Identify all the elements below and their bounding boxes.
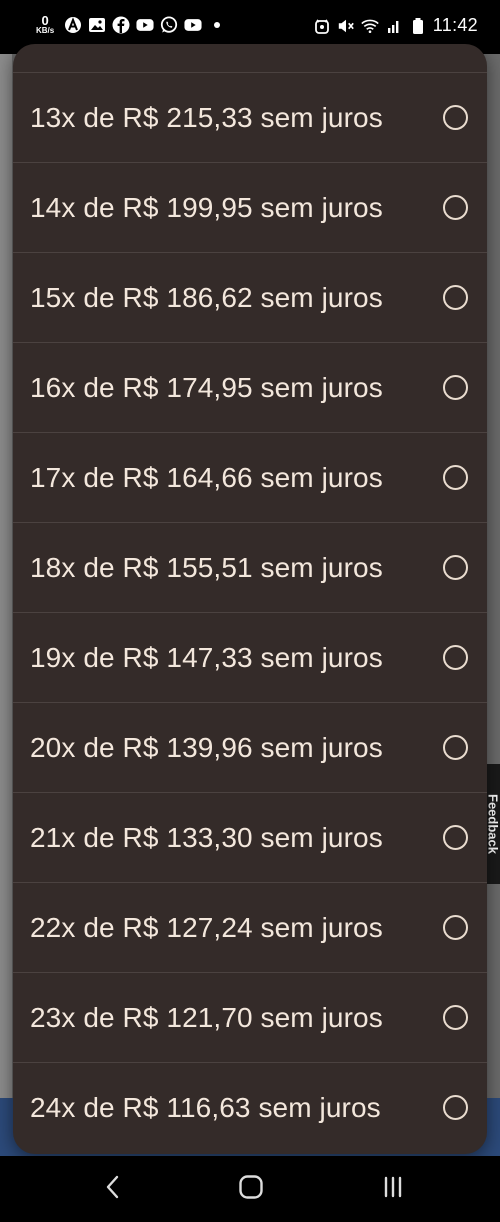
installment-option[interactable]: 16x de R$ 174,95 sem juros	[13, 342, 487, 432]
home-button[interactable]	[231, 1172, 271, 1206]
radio-button[interactable]	[443, 195, 468, 220]
notification-dot	[214, 21, 221, 28]
data-speed-unit: KB/s	[36, 26, 55, 35]
installment-option-label: 13x de R$ 215,33 sem juros	[30, 101, 383, 133]
installment-option[interactable]: 13x de R$ 215,33 sem juros	[13, 72, 487, 162]
gallery-icon	[88, 16, 106, 34]
installment-option[interactable]: 20x de R$ 139,96 sem juros	[13, 702, 487, 792]
screen: 0 KB/s 11:42 Feedback 13x de R$ 215,33 s…	[0, 0, 500, 1222]
installment-option[interactable]: 24x de R$ 116,63 sem juros	[13, 1062, 487, 1152]
radio-button[interactable]	[443, 735, 468, 760]
whatsapp-icon	[160, 16, 178, 34]
installment-option[interactable]: 18x de R$ 155,51 sem juros	[13, 522, 487, 612]
radio-button[interactable]	[443, 555, 468, 580]
installment-option-label: 17x de R$ 164,66 sem juros	[30, 461, 383, 493]
home-icon	[238, 1174, 264, 1205]
radio-button[interactable]	[443, 1095, 468, 1120]
status-bar-right: 11:42	[313, 15, 478, 36]
installment-option[interactable]: 17x de R$ 164,66 sem juros	[13, 432, 487, 522]
installment-options-list: 13x de R$ 215,33 sem juros 14x de R$ 199…	[13, 72, 487, 1152]
radio-button[interactable]	[443, 645, 468, 670]
wifi-icon	[361, 17, 379, 35]
installment-option-label: 21x de R$ 133,30 sem juros	[30, 821, 383, 853]
installment-option[interactable]: 21x de R$ 133,30 sem juros	[13, 792, 487, 882]
mute-icon	[337, 17, 355, 35]
radio-button[interactable]	[443, 375, 468, 400]
recents-icon	[381, 1175, 405, 1204]
radio-button[interactable]	[443, 825, 468, 850]
feedback-tab[interactable]: Feedback	[486, 764, 500, 884]
installment-options-sheet: 13x de R$ 215,33 sem juros 14x de R$ 199…	[13, 44, 487, 1154]
signal-icon	[385, 17, 403, 35]
installment-option[interactable]: 14x de R$ 199,95 sem juros	[13, 162, 487, 252]
status-bar-left: 0 KB/s	[36, 14, 221, 35]
installment-option-label: 22x de R$ 127,24 sem juros	[30, 911, 383, 943]
alarm-icon	[313, 17, 331, 35]
radio-button[interactable]	[443, 915, 468, 940]
radio-button[interactable]	[443, 285, 468, 310]
installment-option[interactable]: 23x de R$ 121,70 sem juros	[13, 972, 487, 1062]
facebook-icon	[112, 16, 130, 34]
clock: 11:42	[432, 15, 478, 35]
back-button[interactable]	[93, 1172, 133, 1206]
autopilot-a-icon	[64, 16, 82, 34]
battery-icon	[409, 17, 427, 35]
system-navigation-bar	[0, 1156, 500, 1222]
installment-option-label: 16x de R$ 174,95 sem juros	[30, 371, 383, 403]
recents-button[interactable]	[373, 1172, 413, 1206]
installment-option-label: 19x de R$ 147,33 sem juros	[30, 641, 383, 673]
installment-option-label: 15x de R$ 186,62 sem juros	[30, 281, 383, 313]
youtube-icon	[136, 16, 154, 34]
radio-button[interactable]	[443, 105, 468, 130]
radio-button[interactable]	[443, 465, 468, 490]
background-app-edge	[0, 54, 12, 1154]
installment-option[interactable]: 15x de R$ 186,62 sem juros	[13, 252, 487, 342]
installment-option-label: 20x de R$ 139,96 sem juros	[30, 731, 383, 763]
installment-option[interactable]: 22x de R$ 127,24 sem juros	[13, 882, 487, 972]
installment-option-label: 24x de R$ 116,63 sem juros	[30, 1091, 381, 1123]
installment-option-label: 18x de R$ 155,51 sem juros	[30, 551, 383, 583]
data-speed-indicator: 0 KB/s	[36, 14, 54, 35]
installment-option-label: 23x de R$ 121,70 sem juros	[30, 1001, 383, 1033]
radio-button[interactable]	[443, 1005, 468, 1030]
youtube-icon	[184, 16, 202, 34]
installment-option[interactable]: 19x de R$ 147,33 sem juros	[13, 612, 487, 702]
installment-option-label: 14x de R$ 199,95 sem juros	[30, 191, 383, 223]
back-icon	[103, 1174, 123, 1205]
